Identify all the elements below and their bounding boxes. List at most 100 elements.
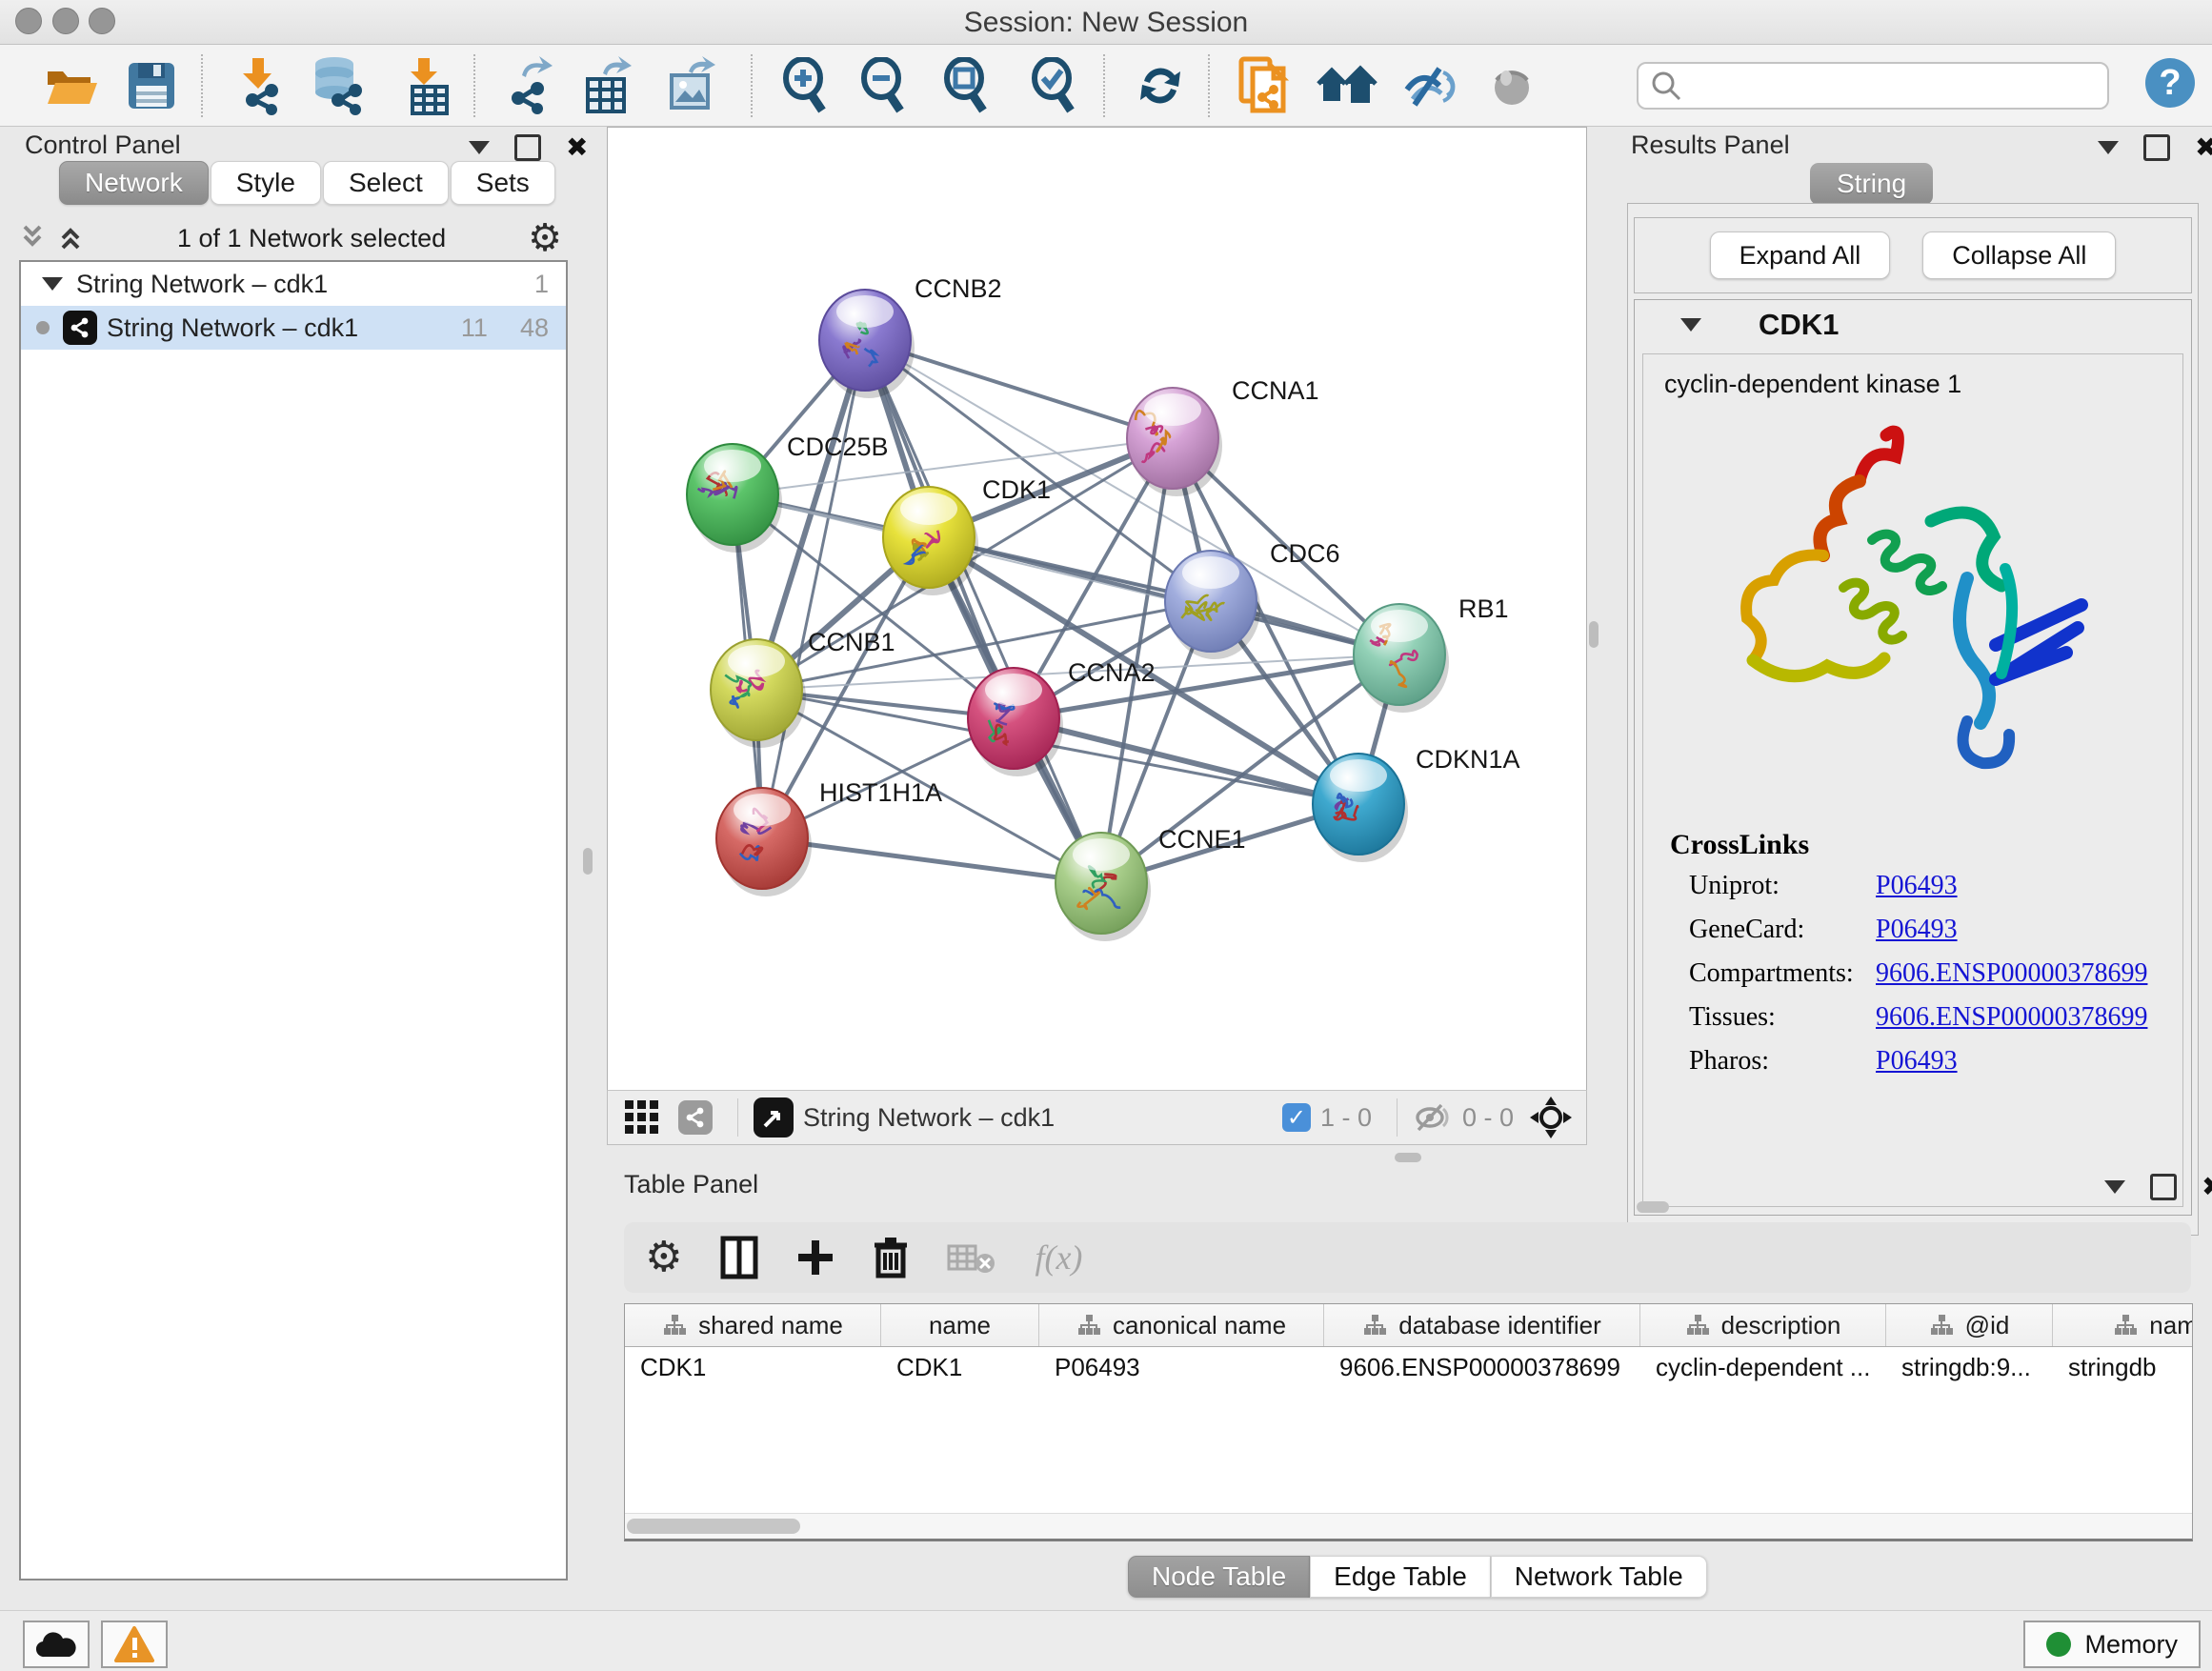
- string-protein-query-button[interactable]: [1233, 56, 1296, 115]
- help-button[interactable]: ?: [2145, 58, 2195, 108]
- crosslink-link[interactable]: 9606.ENSP00000378699: [1876, 955, 2147, 993]
- import-network-from-database-button[interactable]: [309, 56, 372, 115]
- network-node-CDC6[interactable]: CDC6: [1165, 539, 1340, 659]
- tab-sets[interactable]: Sets: [451, 161, 555, 205]
- collapse-all-icon[interactable]: [19, 221, 57, 255]
- expand-all-button[interactable]: Expand All: [1710, 232, 1891, 279]
- panel-menu-icon[interactable]: [2104, 1180, 2125, 1194]
- network-graph[interactable]: CCNB2CCNA1CDC25BCDK1CDC6RB1CCNB1CCNA2CDK…: [608, 128, 1586, 1090]
- gene-collapse-icon[interactable]: [1680, 318, 1701, 332]
- network-edge-HIST1H1A-CCNE1[interactable]: [762, 838, 1101, 883]
- panel-menu-icon[interactable]: [2098, 141, 2119, 154]
- warnings-button[interactable]: [101, 1621, 168, 1668]
- network-node-RB1[interactable]: RB1: [1354, 594, 1509, 713]
- zoom-out-button[interactable]: [852, 56, 915, 115]
- show-columns-icon[interactable]: [720, 1236, 758, 1279]
- collapse-all-button[interactable]: Collapse All: [1922, 232, 2116, 279]
- column-header-canonical-name[interactable]: canonical name: [1039, 1304, 1324, 1346]
- panel-float-icon[interactable]: [2150, 1174, 2177, 1200]
- network-node-CDK1[interactable]: CDK1: [883, 475, 1051, 595]
- save-session-button[interactable]: [120, 56, 183, 115]
- show-graphics-details-button[interactable]: [1480, 56, 1543, 115]
- network-row-selected[interactable]: String Network – cdk1 11 48: [21, 306, 566, 350]
- table-horizontal-scrollbar[interactable]: [625, 1513, 2192, 1539]
- collection-expand-icon[interactable]: [42, 277, 63, 291]
- crosslink-link[interactable]: P06493: [1876, 1042, 1958, 1080]
- network-view-icon[interactable]: [678, 1100, 713, 1135]
- panel-float-icon[interactable]: [514, 134, 541, 161]
- table-cell[interactable]: stringdb:9...: [1886, 1347, 2053, 1387]
- home-networks-button[interactable]: [1316, 56, 1378, 115]
- birds-eye-view-toggle[interactable]: [754, 1097, 794, 1137]
- zoom-selected-button[interactable]: [1022, 56, 1085, 115]
- table-cell[interactable]: CDK1: [625, 1347, 881, 1387]
- crosslink-link[interactable]: P06493: [1876, 911, 1958, 949]
- table-cell[interactable]: 9606.ENSP00000378699: [1324, 1347, 1640, 1387]
- tab-style[interactable]: Style: [211, 161, 321, 205]
- enhanced-graphics-toggle-button[interactable]: [1398, 56, 1460, 115]
- column-header-database-identifier[interactable]: database identifier: [1324, 1304, 1640, 1346]
- crosslink-link[interactable]: P06493: [1876, 867, 1958, 905]
- table-cell[interactable]: cyclin-dependent ...: [1640, 1347, 1886, 1387]
- tab-network[interactable]: Network: [59, 161, 209, 205]
- network-options-gear-icon[interactable]: ⚙: [528, 219, 562, 257]
- memory-button[interactable]: Memory: [2023, 1621, 2201, 1668]
- export-image-button[interactable]: [660, 56, 723, 115]
- horizontal-splitter-handle[interactable]: [1395, 1153, 1421, 1162]
- crosslink-link[interactable]: 9606.ENSP00000378699: [1876, 998, 2147, 1037]
- tab-edge-table[interactable]: Edge Table: [1310, 1556, 1491, 1598]
- refresh-button[interactable]: [1129, 56, 1192, 115]
- network-node-CCNE1[interactable]: CCNE1: [1056, 825, 1246, 941]
- table-options-gear-icon[interactable]: ⚙: [645, 1238, 682, 1277]
- export-network-button[interactable]: [498, 56, 561, 115]
- tab-node-table[interactable]: Node Table: [1128, 1556, 1310, 1598]
- grid-view-icon[interactable]: [623, 1098, 661, 1137]
- network-node-CDKN1A[interactable]: CDKN1A: [1313, 745, 1520, 862]
- node-label-HIST1H1A: HIST1H1A: [819, 778, 942, 807]
- fit-selected-crosshair-icon[interactable]: [1529, 1096, 1573, 1139]
- export-table-button[interactable]: [576, 56, 639, 115]
- panel-float-icon[interactable]: [2143, 134, 2170, 161]
- network-node-CCNB2[interactable]: CCNB2: [819, 274, 1002, 398]
- panel-close-icon[interactable]: ✖: [2195, 137, 2212, 158]
- column-header-description[interactable]: description: [1640, 1304, 1886, 1346]
- panel-close-icon[interactable]: ✖: [566, 137, 588, 158]
- column-header-name[interactable]: name: [881, 1304, 1039, 1346]
- cloud-status-button[interactable]: [23, 1621, 90, 1668]
- table-body: CDK1CDK1P064939606.ENSP00000378699cyclin…: [625, 1347, 2192, 1387]
- network-canvas[interactable]: CCNB2CCNA1CDC25BCDK1CDC6RB1CCNB1CCNA2CDK…: [607, 127, 1587, 1091]
- network-node-HIST1H1A[interactable]: HIST1H1A: [716, 778, 942, 896]
- network-collection-row[interactable]: String Network – cdk1 1: [21, 262, 566, 306]
- delete-column-icon[interactable]: [873, 1236, 909, 1279]
- tab-network-table[interactable]: Network Table: [1491, 1556, 1707, 1598]
- zoom-selected-icon: [1027, 57, 1080, 114]
- import-table-button[interactable]: [396, 56, 459, 115]
- vertical-splitter-handle[interactable]: [1589, 621, 1599, 648]
- tab-select[interactable]: Select: [323, 161, 449, 205]
- network-node-CCNA1[interactable]: CCNA1: [1127, 376, 1319, 496]
- protein-structure-image: [1681, 407, 2129, 807]
- column-header--id[interactable]: @id: [1886, 1304, 2053, 1346]
- column-header-label: name: [929, 1311, 991, 1340]
- table-cell[interactable]: stringdb: [2053, 1347, 2193, 1387]
- scrollbar-thumb[interactable]: [627, 1519, 800, 1534]
- open-session-button[interactable]: [40, 56, 103, 115]
- network-node-CDC25B[interactable]: CDC25B: [687, 433, 889, 553]
- column-header-shared-name[interactable]: shared name: [625, 1304, 881, 1346]
- panel-menu-icon[interactable]: [469, 141, 490, 154]
- table-row[interactable]: CDK1CDK1P064939606.ENSP00000378699cyclin…: [625, 1347, 2192, 1387]
- column-header-namespace[interactable]: namespace: [2053, 1304, 2193, 1346]
- gene-section-header[interactable]: CDK1: [1635, 300, 2191, 350]
- zoom-fit-button[interactable]: [935, 56, 997, 115]
- tab-string[interactable]: String: [1810, 163, 1933, 205]
- table-cell[interactable]: CDK1: [881, 1347, 1039, 1387]
- add-column-icon[interactable]: [796, 1238, 835, 1277]
- zoom-in-button[interactable]: [774, 56, 836, 115]
- selected-checkbox-icon[interactable]: ✓: [1282, 1103, 1311, 1132]
- panel-close-icon[interactable]: ✖: [2202, 1177, 2212, 1198]
- expand-all-icon[interactable]: [57, 221, 95, 255]
- search-input[interactable]: [1690, 70, 2100, 102]
- table-cell[interactable]: P06493: [1039, 1347, 1324, 1387]
- vertical-splitter-handle[interactable]: [583, 848, 593, 875]
- import-network-button[interactable]: [229, 56, 292, 115]
